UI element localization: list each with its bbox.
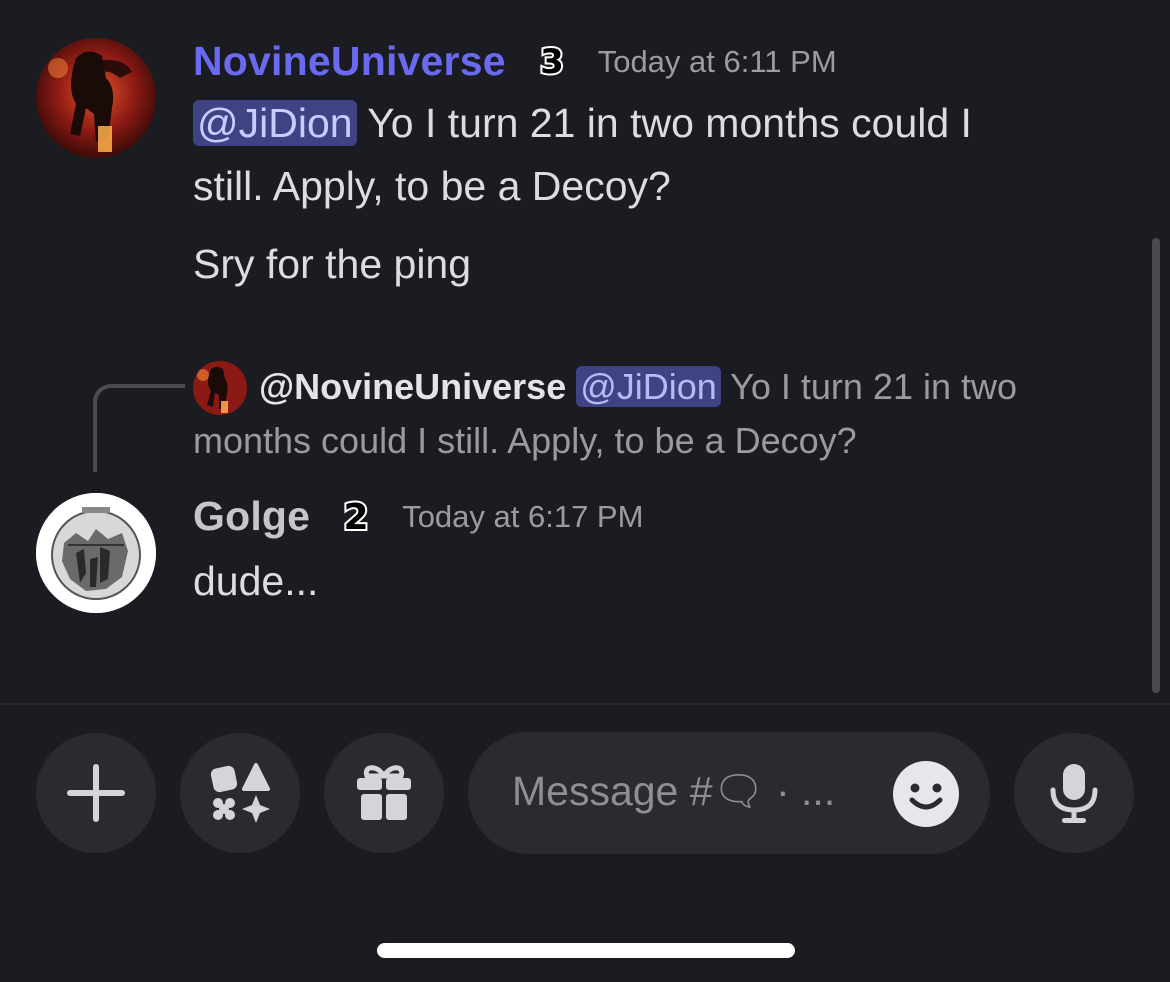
smile-icon[interactable]	[892, 760, 960, 828]
avatar-novineuniverse[interactable]	[36, 38, 156, 158]
number-badge: 2	[336, 497, 376, 537]
gift-button[interactable]	[324, 733, 444, 853]
timestamp: Today at 6:17 PM	[402, 498, 644, 534]
message-header: NovineUniverse 3 Today at 6:11 PM	[193, 38, 837, 85]
apps-icon	[210, 763, 270, 823]
timestamp: Today at 6:11 PM	[597, 43, 837, 79]
message-text-line2: still. Apply, to be a Decoy?	[193, 163, 671, 209]
apps-button[interactable]	[180, 733, 300, 853]
message-text: dude...	[193, 558, 319, 604]
plus-icon	[67, 764, 125, 822]
reply-preview[interactable]: @NovineUniverse @JiDion Yo I turn 21 in t…	[193, 360, 1093, 468]
avatar-golge[interactable]	[36, 493, 156, 613]
message-input[interactable]: Message #🗨 · ...	[468, 732, 990, 854]
scrollbar[interactable]	[1152, 238, 1160, 693]
home-indicator[interactable]	[377, 943, 795, 958]
reply-connector	[93, 384, 185, 472]
message-header: Golge 2 Today at 6:17 PM	[193, 493, 643, 540]
reply-author[interactable]: @NovineUniverse	[259, 366, 566, 407]
microphone-icon	[1050, 764, 1098, 823]
message-placeholder: Message #🗨 · ...	[512, 768, 836, 814]
message-text-line1: Yo I turn 21 in two months could I	[356, 100, 972, 146]
username[interactable]: Golge	[193, 493, 310, 540]
username[interactable]: NovineUniverse	[193, 38, 506, 85]
user-mention[interactable]: @JiDion	[193, 100, 357, 146]
number-badge: 3	[532, 42, 572, 82]
add-attachment-button[interactable]	[36, 733, 156, 853]
badge-two-icon: 2	[342, 497, 371, 537]
chat-screen: NovineUniverse 3 Today at 6:11 PM @JiDio…	[0, 0, 1170, 982]
message-text-followup: Sry for the ping	[193, 241, 472, 287]
avatar-image	[36, 38, 156, 158]
voice-message-button[interactable]	[1014, 733, 1134, 853]
message-body: @JiDion Yo I turn 21 in two months could…	[193, 92, 1133, 218]
reply-mention[interactable]: @JiDion	[576, 366, 721, 407]
svg-text:2: 2	[344, 497, 369, 537]
composer-divider	[0, 703, 1170, 705]
gift-icon	[357, 765, 411, 820]
avatar-image	[36, 493, 156, 613]
badge-three-icon: 3	[538, 42, 566, 82]
svg-text:3: 3	[540, 42, 564, 82]
